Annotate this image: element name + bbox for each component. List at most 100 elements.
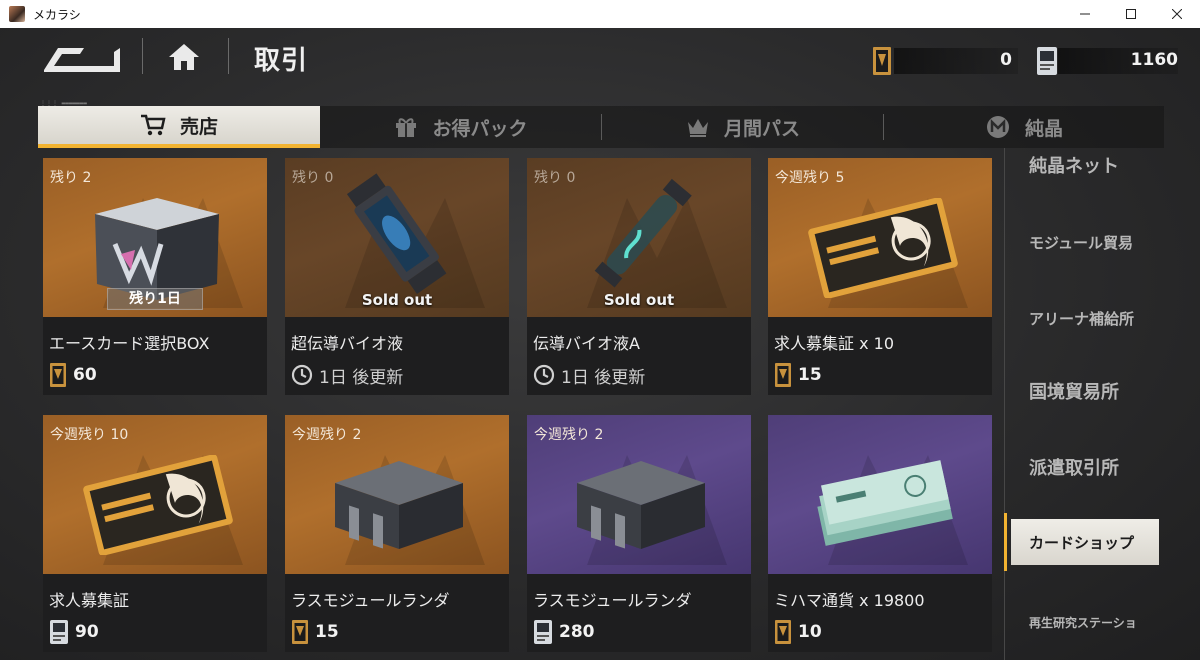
window-title: メカラシ [33,7,81,22]
app-icon [9,6,25,22]
nav-item-border-trade[interactable]: 国境貿易所 [1029,378,1119,404]
tab-shop[interactable]: 売店 [38,106,320,148]
card-voucher-icon [873,47,891,75]
sold-out-label: Sold out [603,291,675,309]
item-price: 15 [774,362,822,388]
item-name: 超伝導バイオ液 [291,334,404,353]
tab-crystal[interactable]: 純晶 [884,106,1164,148]
card-voucher-icon [775,620,791,644]
item-art-area: 今週残り 2 [285,415,509,574]
price-value: 10 [798,622,822,642]
stock-remaining: 残り 0 [534,170,576,186]
item-name: ラスモジュールランダ [533,591,692,610]
shop-item-card[interactable]: ミハマ通貨 x 19800 10 [768,415,992,652]
home-button[interactable] [164,40,204,74]
currency-data-chip: 1160 [1036,44,1182,78]
cart-icon [140,114,166,136]
shop-tabs: ⋮⋮⋮ ▬▬▬▬▬▬▬ 売店 お得パック 月間パス 純晶 [38,100,1164,148]
item-art-area: 今週残り 2 [527,415,751,574]
refresh-timer: 1日 後更新 [533,362,645,388]
nav-item-card-shop[interactable]: カードショップ [1004,513,1159,571]
card-voucher-icon [292,620,308,644]
refresh-text: 1日 後更新 [319,367,404,388]
maximize-icon [1126,9,1136,19]
data-chip-icon [50,620,68,644]
back-button[interactable] [40,40,122,74]
stock-remaining: 今週残り 2 [534,427,604,443]
shop-item-card[interactable]: 今週残り 2 ラスモジュールランダ 280 [527,415,751,652]
data-chip-icon [534,620,552,644]
shop-item-card[interactable]: 今週残り 2 ラスモジュールランダ 15 [285,415,509,652]
tab-label: 売店 [179,115,218,138]
price-value: 90 [75,622,99,642]
nav-item-arena-supply[interactable]: アリーナ補給所 [1029,308,1134,329]
divider [228,38,229,74]
item-art-area: 今週残り 10 [43,415,267,574]
bio-canister-icon [346,173,447,295]
price-value: 60 [73,365,97,385]
recruit-voucher-icon [83,455,233,555]
item-name: 求人募集証 x 10 [774,334,895,353]
item-art-area [768,415,992,574]
minimize-icon [1080,13,1090,15]
home-icon [169,44,199,70]
stock-remaining: 今週残り 5 [775,170,845,186]
item-price: 10 [774,619,822,645]
price-value: 15 [315,622,339,642]
stock-remaining: 残り 2 [50,170,92,186]
data-chip-icon [1037,47,1057,75]
tab-monthly-pass[interactable]: 月間パス [602,106,884,148]
item-art-area: 残り 0 Sold out [527,158,751,317]
nav-item-module-trade[interactable]: モジュール貿易 [1029,232,1133,253]
recruit-voucher-icon [808,198,958,298]
nav-item-regeneration-lab[interactable]: 再生研究ステーショ [1029,614,1137,631]
gift-icon [396,118,417,137]
card-voucher-icon [775,363,791,387]
item-art-area: 今週残り 5 [768,158,992,317]
module-crate-icon [577,461,705,549]
item-name: ミハマ通貨 x 19800 [774,591,925,610]
cash-stack-icon [817,460,953,546]
price-value: 280 [559,622,595,642]
refresh-text: 1日 後更新 [561,367,646,388]
sold-out-label: Sold out [361,291,433,309]
shop-item-card[interactable]: 残り 0 Sold out 超伝導バイオ液 1日 後更新 [285,158,509,395]
game-viewport: 取引 0 1160 ⋮⋮⋮ ▬▬▬▬▬▬▬ 売店 お得パック 月間パス 純晶 残… [0,28,1200,660]
top-bar: 取引 0 1160 [0,28,1200,90]
nav-item-crystal-net[interactable]: 純晶ネット [1029,152,1119,178]
refresh-timer: 1日 後更新 [291,362,403,388]
clock-icon [291,364,313,386]
shop-item-card[interactable]: 今週残り 5 求人募集証 x 10 15 [768,158,992,395]
clock-icon [533,364,555,386]
maximize-button[interactable] [1108,0,1154,28]
stock-remaining: 残り 0 [292,170,334,186]
currency-card-voucher: 0 [872,44,1020,78]
shop-item-card[interactable]: 今週残り 10 求人募集証 90 [43,415,267,652]
shop-category-nav: 純晶ネット モジュール貿易 アリーナ補給所 国境貿易所 派遣取引所 カードショッ… [1004,148,1164,660]
divider [142,38,143,74]
item-price: 60 [49,362,97,388]
module-crate-icon [335,461,463,549]
close-button[interactable] [1154,0,1200,28]
tab-label: 純晶 [1024,117,1063,140]
nav-item-dispatch-exchange[interactable]: 派遣取引所 [1029,454,1119,480]
item-price: 90 [49,619,99,645]
item-price: 15 [291,619,339,645]
currency-amount: 0 [1000,50,1012,70]
shop-item-card[interactable]: 残り 2 残り1日 エースカード選択BOX 60 [43,158,267,395]
item-name: 伝導バイオ液A [533,334,640,353]
item-art-area: 残り 0 Sold out [285,158,509,317]
crystal-coin-icon [986,116,1009,138]
card-voucher-icon [50,363,66,387]
item-name: 求人募集証 [49,591,130,610]
tab-value-pack[interactable]: お得パック [320,106,602,148]
minimize-button[interactable] [1062,0,1108,28]
item-art-area: 残り 2 残り1日 [43,158,267,317]
back-arrow-icon [44,48,120,72]
time-left-banner: 残り1日 [107,288,203,310]
close-icon [1172,9,1182,19]
shop-item-card[interactable]: 残り 0 Sold out 伝導バイオ液A 1日 後更新 [527,158,751,395]
item-name: ラスモジュールランダ [291,591,450,610]
page-title: 取引 [254,46,309,76]
stock-remaining: 今週残り 2 [292,427,362,443]
